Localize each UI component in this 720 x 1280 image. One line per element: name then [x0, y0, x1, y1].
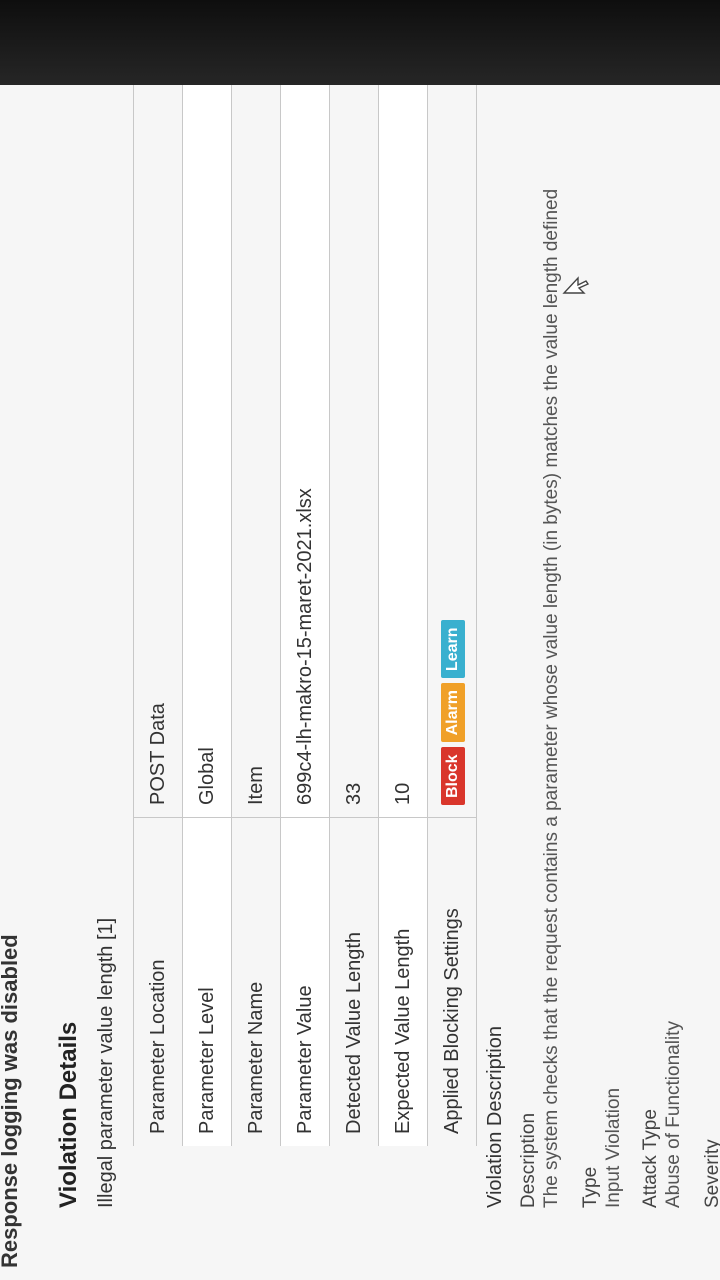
table-row: Detected Value Length 33 — [329, 85, 379, 1146]
row-label: Detected Value Length — [329, 817, 379, 1146]
row-value: 33 — [329, 85, 379, 818]
row-label: Parameter Value — [280, 817, 330, 1146]
block-badge: Block — [440, 747, 465, 805]
table-row: Applied Blocking Settings Block Alarm Lear… — [427, 85, 477, 1146]
violation-name: Illegal parameter value length [1] — [95, 917, 117, 1208]
attack-type-label: Attack Type — [640, 1109, 661, 1208]
description-text: The system checks that the request conta… — [541, 188, 562, 1208]
alarm-badge: Alarm — [440, 683, 465, 743]
monitor-bezel — [0, 0, 720, 85]
description-label: Description — [518, 1112, 539, 1208]
type-label: Type — [580, 1166, 601, 1208]
response-logging-status: Response logging was disabled — [0, 934, 22, 1268]
attack-type-value: Abuse of Functionality — [663, 1021, 684, 1208]
table-row: Parameter Name Item — [231, 85, 281, 1146]
learn-badge: Learn — [440, 620, 465, 679]
table-row: Parameter Level Global — [182, 85, 232, 1146]
row-value[interactable]: 699c4-lh-makro-15-maret-2021.xlsx — [280, 85, 330, 818]
row-value: POST Data — [133, 85, 183, 818]
violation-details-title: Violation Details — [55, 1021, 82, 1208]
blocking-settings-cell: Block Alarm Learn — [427, 85, 477, 818]
row-value: 10 — [378, 85, 428, 818]
row-value: Global — [182, 85, 232, 818]
row-label: Parameter Level — [182, 817, 232, 1146]
rotated-photo-scene: Response logging was disabled Violation … — [0, 0, 720, 1280]
row-label: Parameter Location — [133, 817, 183, 1146]
violation-description-heading: Violation Description — [484, 1026, 506, 1208]
row-label: Expected Value Length — [378, 817, 428, 1146]
table-row: Expected Value Length 10 — [378, 85, 428, 1146]
table-row: Parameter Location POST Data — [133, 85, 183, 1146]
row-value: Item — [231, 85, 281, 818]
row-label: Applied Blocking Settings — [427, 817, 477, 1146]
violation-details-table: Parameter Location POST Data Parameter L… — [133, 85, 477, 1146]
type-value: Input Violation — [603, 1087, 624, 1208]
row-label: Parameter Name — [231, 817, 281, 1146]
table-row: Parameter Value 699c4-lh-makro-15-maret-… — [280, 85, 330, 1146]
severity-label: Severity — [702, 1139, 720, 1208]
monitor-screen: Response logging was disabled Violation … — [0, 85, 720, 1280]
mouse-pointer-icon — [562, 276, 590, 294]
